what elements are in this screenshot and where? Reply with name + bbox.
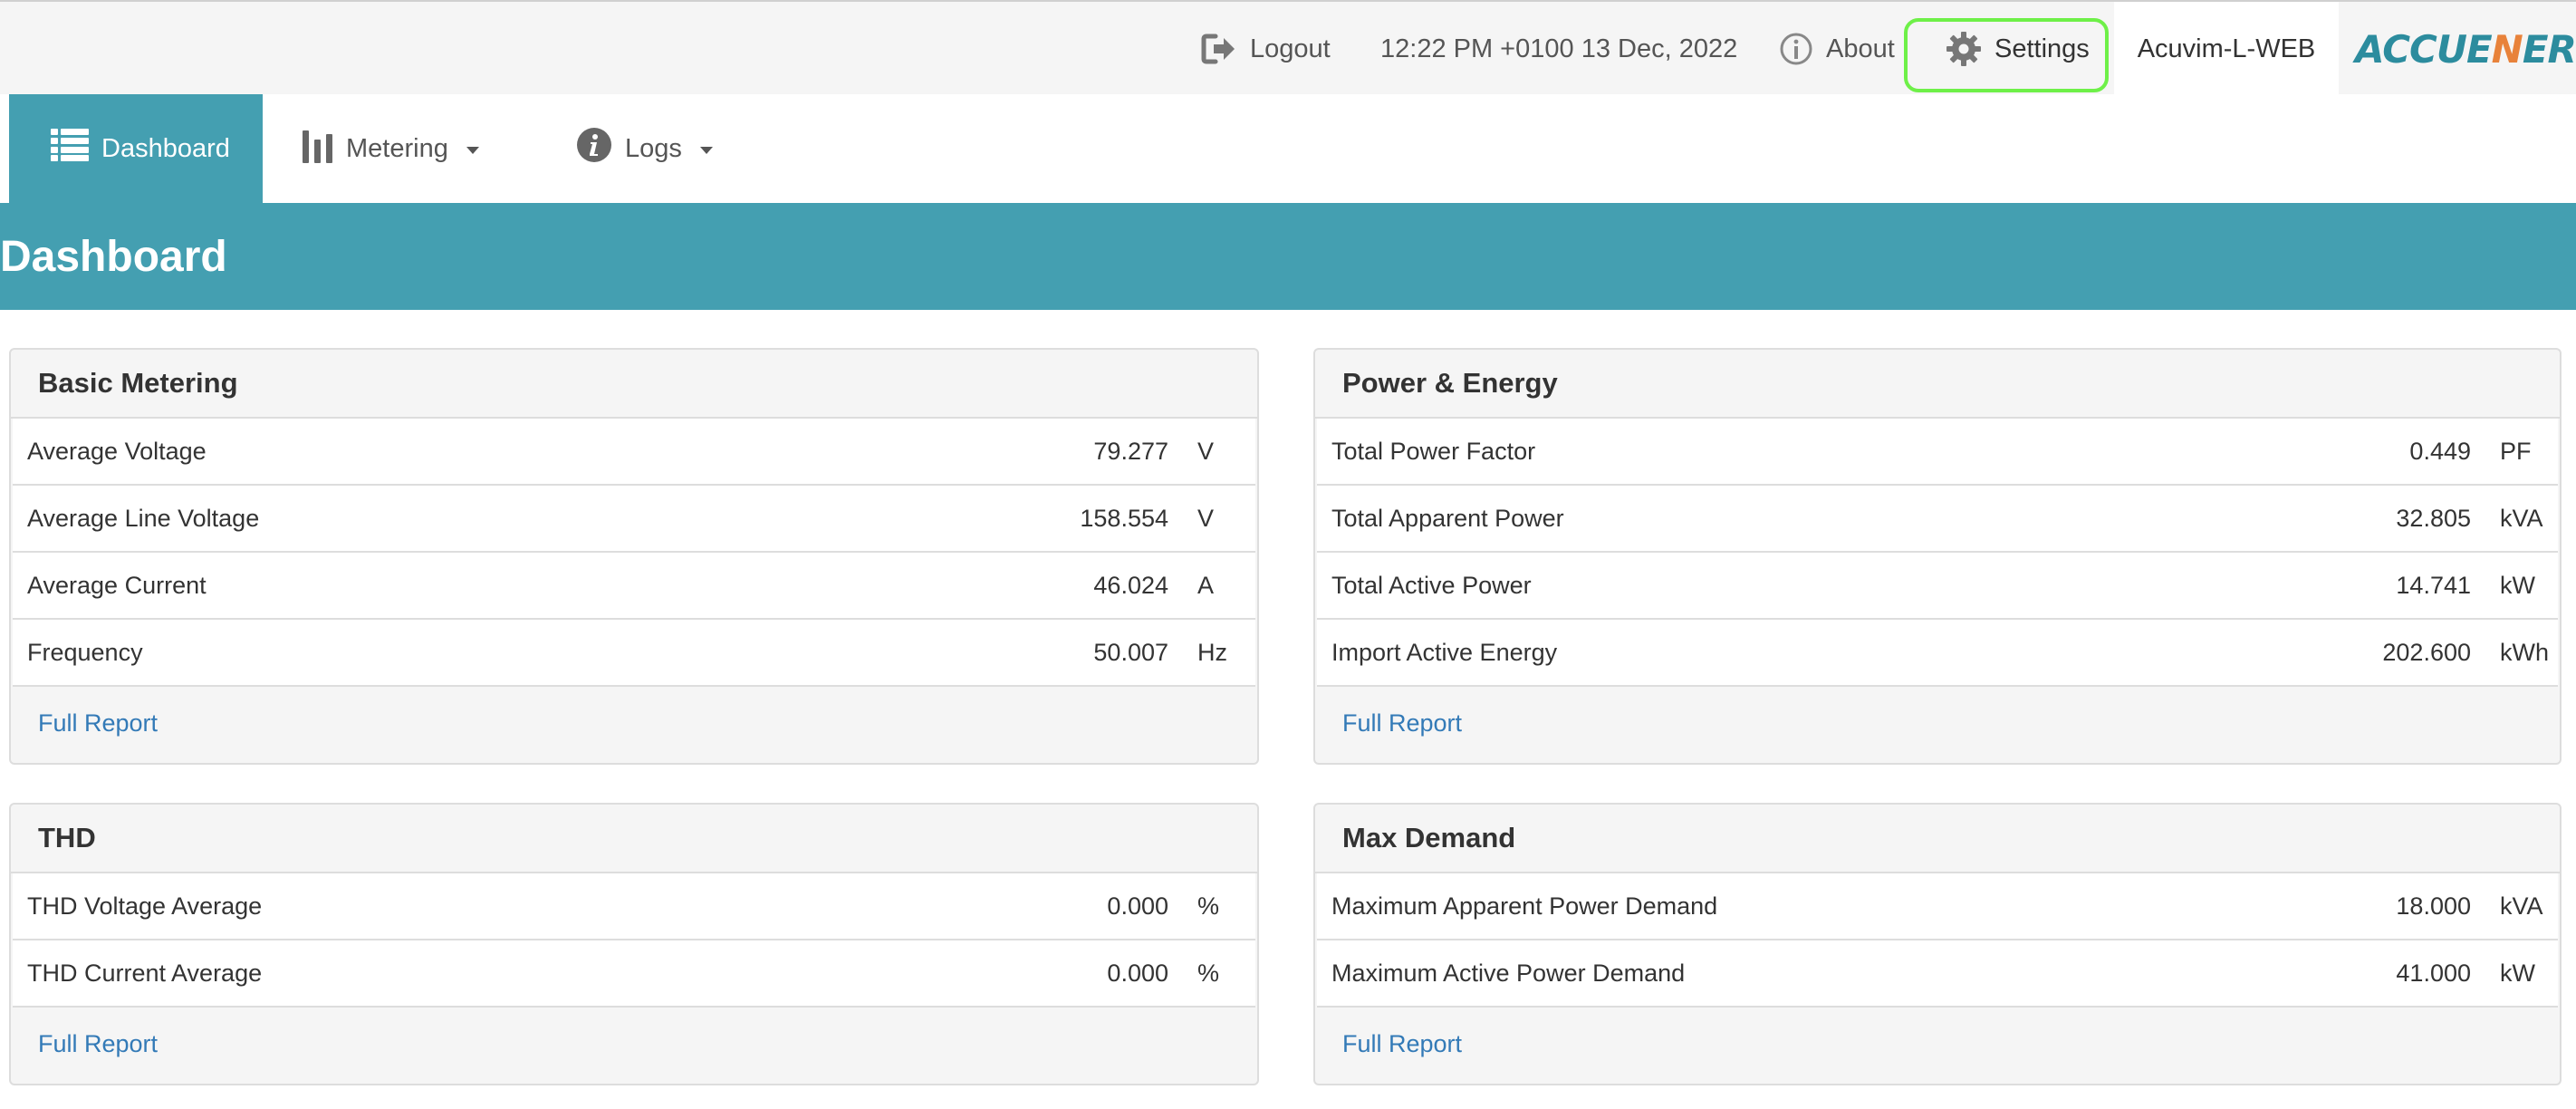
panel-thd: THD THD Voltage Average 0.000 % THD Curr… (9, 803, 1259, 1085)
table-row: THD Current Average 0.000 % (13, 940, 1255, 1008)
table-row: Maximum Active Power Demand 41.000 kW (1317, 940, 2558, 1008)
about-link[interactable]: About (1779, 2, 1895, 96)
list-icon (51, 129, 89, 169)
chevron-down-icon (699, 147, 713, 154)
tab-logs[interactable]: Logs (576, 94, 713, 203)
full-report-link[interactable]: Full Report (1342, 1030, 1462, 1058)
top-bar: Logout 12:22 PM +0100 13 Dec, 2022 About (0, 0, 2576, 96)
full-report-link[interactable]: Full Report (38, 709, 158, 738)
main-nav: Dashboard Metering Logs (0, 94, 2576, 203)
gear-icon (1946, 31, 1982, 67)
table-row: Total Power Factor 0.449 PF (1317, 419, 2558, 486)
datetime-display: 12:22 PM +0100 13 Dec, 2022 (1380, 2, 1737, 96)
logo-text: ACCUENERGY (2355, 26, 2576, 72)
table-row: Maximum Apparent Power Demand 18.000 kVA (1317, 873, 2558, 940)
panel-max-demand: Max Demand Maximum Apparent Power Demand… (1313, 803, 2562, 1085)
logout-icon (1201, 33, 1237, 65)
logout-label: Logout (1250, 34, 1331, 63)
table-row: Average Line Voltage 158.554 V (13, 486, 1255, 553)
full-report-link[interactable]: Full Report (1342, 709, 1462, 738)
table-row: Average Voltage 79.277 V (13, 419, 1255, 486)
tab-logs-label: Logs (625, 133, 682, 163)
panel-title: Power & Energy (1315, 350, 2560, 419)
device-name: Acuvim-L-WEB (2114, 2, 2339, 96)
panel-power-energy: Power & Energy Total Power Factor 0.449 … (1313, 348, 2562, 765)
panel-basic-metering: Basic Metering Average Voltage 79.277 V … (9, 348, 1259, 765)
table-row: Total Active Power 14.741 kW (1317, 553, 2558, 620)
full-report-link[interactable]: Full Report (38, 1030, 158, 1058)
chevron-down-icon (466, 147, 479, 154)
tab-dashboard[interactable]: Dashboard (9, 94, 263, 203)
accuenergy-logo: ACCUENERGY (2355, 22, 2576, 76)
about-label: About (1826, 34, 1895, 63)
info-icon (576, 127, 612, 170)
panel-title: Basic Metering (11, 350, 1257, 419)
table-row: Frequency 50.007 Hz (13, 620, 1255, 687)
table-row: THD Voltage Average 0.000 % (13, 873, 1255, 940)
page-title: Dashboard (0, 232, 227, 281)
table-row: Average Current 46.024 A (13, 553, 1255, 620)
page-title-banner: Dashboard (0, 203, 2576, 310)
settings-link[interactable]: Settings (1946, 2, 2090, 96)
logout-link[interactable]: Logout (1201, 2, 1331, 96)
panel-title: Max Demand (1315, 805, 2560, 873)
tab-metering[interactable]: Metering (303, 94, 479, 203)
panel-title: THD (11, 805, 1257, 873)
table-row: Import Active Energy 202.600 kWh (1317, 620, 2558, 687)
datetime-text: 12:22 PM +0100 13 Dec, 2022 (1380, 34, 1738, 63)
tab-dashboard-label: Dashboard (101, 133, 230, 163)
bar-chart-icon (303, 127, 333, 170)
table-row: Total Apparent Power 32.805 kVA (1317, 486, 2558, 553)
settings-label: Settings (1994, 34, 2090, 63)
info-circle-icon (1779, 32, 1813, 66)
tab-metering-label: Metering (346, 133, 448, 163)
